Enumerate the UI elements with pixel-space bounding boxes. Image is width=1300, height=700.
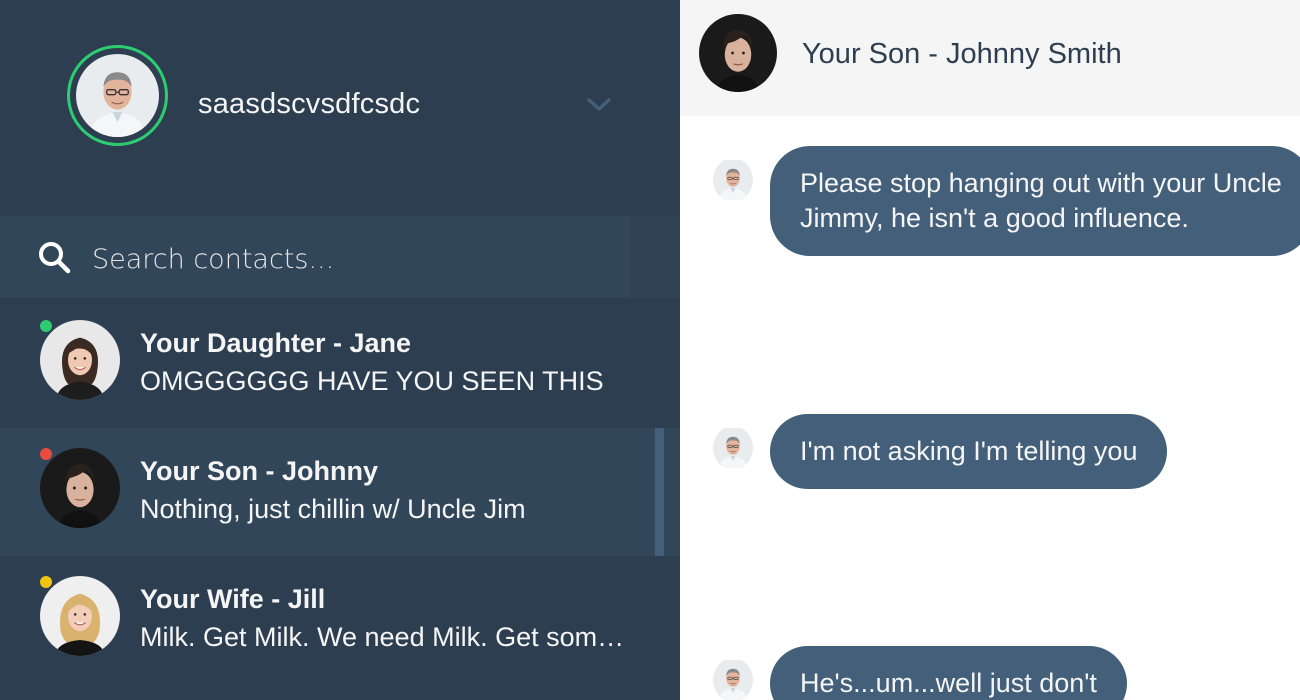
contact-item[interactable]: Your Daughter - Jane OMGGGGGG HAVE YOU S… xyxy=(0,300,680,428)
chat-contact-avatar[interactable] xyxy=(699,14,777,92)
avatar xyxy=(713,658,753,700)
chat-panel: Your Son - Johnny Smith Please stop hang… xyxy=(680,0,1300,700)
contact-name: Your Daughter - Jane xyxy=(140,328,412,358)
search-icon[interactable] xyxy=(37,240,71,274)
message-list: Please stop hanging out with your Uncle … xyxy=(680,116,1300,700)
status-away-dot xyxy=(40,576,52,588)
contact-name: Your Son - Johnny xyxy=(140,456,378,486)
message-bubble[interactable]: He's...um...well just don't xyxy=(770,646,1127,700)
status-busy-dot xyxy=(40,448,52,460)
chat-contact-name: Your Son - Johnny Smith xyxy=(802,38,1122,70)
messenger-app: saasdscvsdfcsdc Your Daughter - Jane OMG… xyxy=(0,0,1300,700)
contact-item[interactable]: Your Wife - Jill Milk. Get Milk. We need… xyxy=(0,556,680,684)
search-bar-end xyxy=(630,216,680,298)
chat-header: Your Son - Johnny Smith xyxy=(680,0,1300,116)
status-online-dot xyxy=(40,320,52,332)
avatar xyxy=(40,576,120,656)
chevron-down-icon[interactable] xyxy=(585,92,613,116)
message-bubble[interactable]: I'm not asking I'm telling you xyxy=(770,414,1168,489)
avatar xyxy=(40,448,120,528)
message-bubble[interactable]: Please stop hanging out with your Uncle … xyxy=(770,146,1300,256)
active-indicator xyxy=(655,428,664,556)
profile-avatar[interactable] xyxy=(67,45,168,146)
message-text: Please stop hanging out with your Uncle xyxy=(800,168,1282,198)
message-text: He's...um...well just don't xyxy=(800,668,1097,698)
user-profile: saasdscvsdfcsdc xyxy=(0,0,680,216)
contact-preview: OMGGGGGG HAVE YOU SEEN THIS xyxy=(140,366,604,396)
sidebar: saasdscvsdfcsdc Your Daughter - Jane OMG… xyxy=(0,0,680,700)
contact-item-active[interactable]: Your Son - Johnny Nothing, just chillin … xyxy=(0,428,680,556)
contact-preview: Nothing, just chillin w/ Uncle Jim xyxy=(140,494,526,524)
contact-preview: Milk. Get Milk. We need Milk. Get some M… xyxy=(140,622,630,652)
profile-username: saasdscvsdfcsdc xyxy=(198,88,421,120)
avatar xyxy=(713,426,753,470)
avatar xyxy=(40,320,120,400)
avatar xyxy=(76,54,159,137)
message-text: Jimmy, he isn't a good influence. xyxy=(800,203,1189,233)
message-text: I'm not asking I'm telling you xyxy=(800,436,1138,466)
avatar xyxy=(713,158,753,202)
contact-list: Your Daughter - Jane OMGGGGGG HAVE YOU S… xyxy=(0,300,680,700)
contact-name: Your Wife - Jill xyxy=(140,584,326,614)
search-input[interactable] xyxy=(92,236,612,282)
